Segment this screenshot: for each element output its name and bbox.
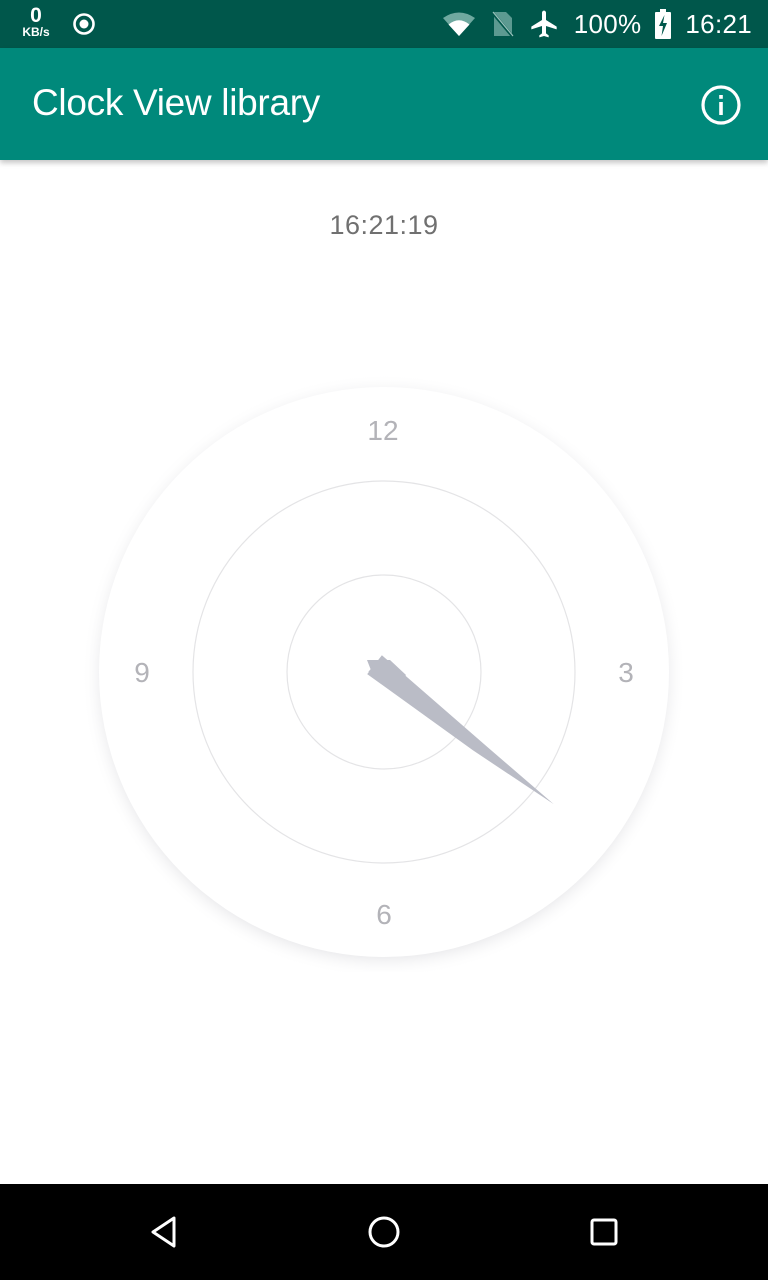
app-title: Clock View library — [32, 82, 320, 123]
back-button[interactable] — [134, 1208, 194, 1256]
recents-square-icon — [590, 1218, 618, 1246]
wifi-icon — [442, 12, 475, 36]
info-icon — [701, 85, 741, 125]
home-button[interactable] — [354, 1208, 414, 1256]
status-bar: 0 KB/s 100% 16:21 — [0, 0, 768, 48]
no-sim-icon — [490, 11, 514, 38]
status-time: 16:21 — [685, 8, 752, 39]
navigation-bar — [0, 1184, 768, 1280]
clock-label-12: 12 — [367, 415, 398, 446]
battery-charging-icon — [655, 9, 672, 39]
sync-target-icon — [73, 13, 95, 35]
network-speed-value: 0 — [30, 4, 42, 27]
clock-label-9: 9 — [134, 657, 150, 688]
network-speed-indicator: 0 KB/s — [18, 5, 54, 38]
app-bar: Clock View library — [0, 48, 768, 160]
analog-clock: 12 3 6 9 — [84, 374, 684, 972]
battery-percent: 100% — [573, 8, 642, 39]
clock-label-6: 6 — [376, 899, 392, 930]
home-circle-icon — [368, 1216, 400, 1248]
info-button[interactable] — [700, 84, 742, 126]
back-triangle-icon — [151, 1216, 176, 1248]
digital-time: 16:21:19 — [329, 210, 439, 240]
recents-button[interactable] — [574, 1208, 634, 1256]
clock-label-3: 3 — [618, 657, 634, 688]
airplane-mode-icon — [531, 10, 557, 38]
network-speed-unit: KB/s — [22, 25, 50, 39]
